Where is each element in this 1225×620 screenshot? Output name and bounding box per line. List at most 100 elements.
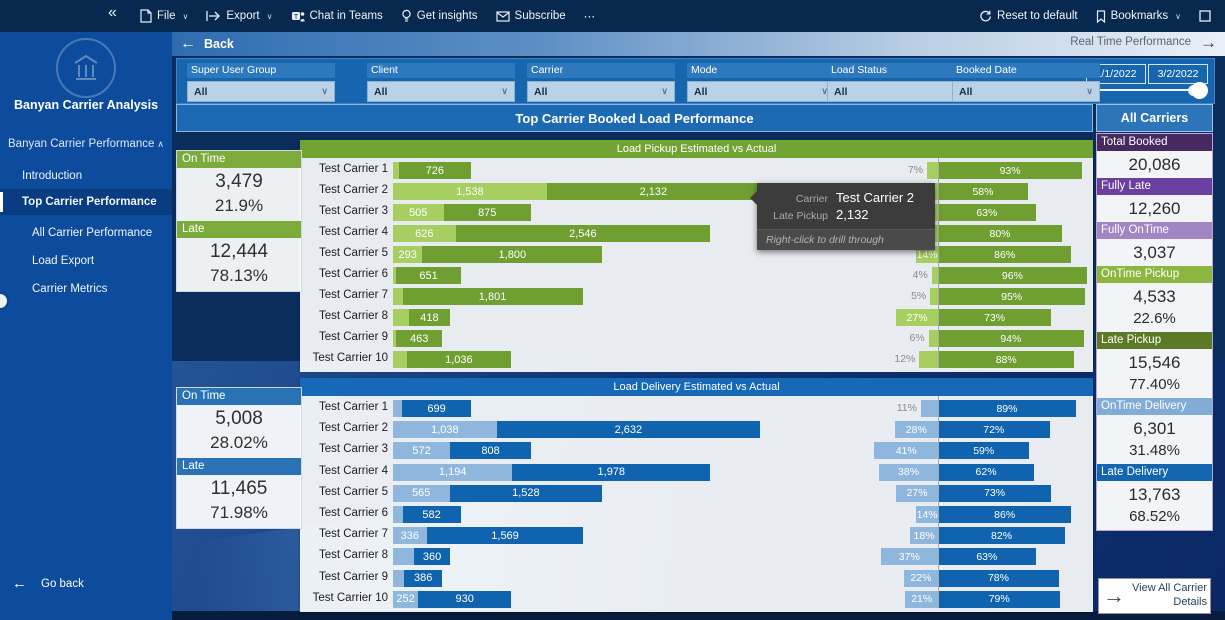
estimated-segment[interactable] — [393, 506, 403, 523]
estimated-segment[interactable]: 565 — [393, 485, 450, 502]
sidebar-item-introduction[interactable]: Introduction — [0, 163, 172, 189]
estimated-segment[interactable]: 1,038 — [393, 421, 497, 438]
percent-bar-right[interactable]: 58% — [938, 183, 1028, 200]
actual-segment[interactable]: 1,036 — [407, 351, 511, 368]
percent-bar-right[interactable]: 73% — [938, 485, 1051, 502]
percent-bar-right[interactable]: 78% — [938, 570, 1059, 587]
percent-bar-right[interactable]: 94% — [938, 330, 1084, 347]
estimated-segment[interactable] — [393, 288, 403, 305]
percent-bar-right[interactable]: 72% — [938, 421, 1050, 438]
estimated-segment[interactable]: 572 — [393, 442, 450, 459]
toolbar-item-get-insights[interactable]: Get insights — [401, 9, 478, 23]
percent-bar-left[interactable]: 21% — [905, 591, 938, 608]
actual-segment[interactable]: 2,546 — [456, 225, 711, 242]
percent-bar-right[interactable]: 86% — [938, 246, 1071, 263]
percent-bar-right[interactable]: 96% — [938, 267, 1087, 284]
percent-bar-right[interactable]: 95% — [938, 288, 1085, 305]
filter-dropdown[interactable]: All∨ — [187, 81, 335, 102]
actual-segment[interactable]: 386 — [404, 570, 443, 587]
percent-bar-left[interactable] — [921, 400, 938, 417]
actual-segment[interactable]: 1,569 — [427, 527, 584, 544]
toolbar-item-file[interactable]: File∨ — [140, 9, 188, 23]
toolbar-item-view[interactable] — [1199, 10, 1211, 22]
estimated-segment[interactable]: 293 — [393, 246, 422, 263]
percent-bar-left[interactable]: 18% — [910, 527, 938, 544]
actual-segment[interactable]: 2,632 — [497, 421, 760, 438]
toolbar-item-subscribe[interactable]: Subscribe — [496, 10, 566, 22]
filter-dropdown[interactable]: All∨ — [527, 81, 675, 102]
actual-segment[interactable]: 1,528 — [450, 485, 603, 502]
actual-segment[interactable]: 1,800 — [422, 246, 602, 263]
estimated-segment[interactable]: 1,538 — [393, 183, 547, 200]
actual-segment[interactable]: 1,801 — [403, 288, 583, 305]
actual-segment[interactable]: 651 — [396, 267, 461, 284]
percent-bar-left[interactable] — [930, 288, 938, 305]
percent-bar-right[interactable]: 89% — [938, 400, 1076, 417]
percent-bar-right[interactable]: 59% — [938, 442, 1029, 459]
percent-bar-right[interactable]: 86% — [938, 506, 1071, 523]
date-range-slider-handle[interactable] — [1191, 82, 1208, 99]
estimated-segment[interactable]: 336 — [393, 527, 427, 544]
actual-segment[interactable]: 875 — [444, 204, 532, 221]
percent-bar-right[interactable]: 62% — [938, 464, 1034, 481]
toolbar-item--[interactable]: ⋯ — [584, 9, 596, 23]
percent-bar-right[interactable]: 82% — [938, 527, 1065, 544]
actual-segment[interactable]: 699 — [402, 400, 472, 417]
toolbar-item-reset-to-default[interactable]: Reset to default — [979, 10, 1078, 23]
toolbar-item-export[interactable]: Export∨ — [206, 10, 272, 22]
percent-bar-left[interactable] — [919, 351, 938, 368]
percent-bar-left[interactable]: 28% — [895, 421, 938, 438]
toolbar-item-chat-in-teams[interactable]: TChat in Teams — [291, 10, 383, 23]
percent-bar-left[interactable]: 22% — [904, 570, 938, 587]
estimated-segment[interactable] — [393, 548, 414, 565]
actual-segment[interactable]: 2,132 — [547, 183, 760, 200]
percent-bar-right[interactable]: 73% — [938, 309, 1051, 326]
booked-date-end-input[interactable]: 3/2/2022 — [1148, 64, 1208, 84]
estimated-segment[interactable] — [393, 351, 407, 368]
percent-bar-right[interactable]: 88% — [938, 351, 1074, 368]
actual-segment[interactable]: 360 — [414, 548, 450, 565]
actual-segment[interactable]: 463 — [396, 330, 442, 347]
collapse-sidebar-icon[interactable]: « — [108, 4, 117, 22]
estimated-segment[interactable]: 626 — [393, 225, 456, 242]
percent-bar-right[interactable]: 93% — [938, 162, 1082, 179]
percent-bar-left[interactable]: 14% — [916, 506, 938, 523]
filter-dropdown[interactable]: All∨ — [687, 81, 835, 102]
actual-segment[interactable]: 726 — [399, 162, 472, 179]
estimated-segment[interactable]: 1,194 — [393, 464, 512, 481]
go-back-button[interactable]: ← Go back — [12, 575, 84, 592]
date-range-slider[interactable] — [1091, 89, 1206, 91]
percent-bar-left[interactable]: 27% — [896, 309, 938, 326]
filter-dropdown[interactable]: All∨ — [952, 81, 1100, 102]
estimated-segment[interactable] — [393, 309, 409, 326]
actual-segment[interactable]: 930 — [418, 591, 511, 608]
percent-bar-right[interactable]: 80% — [938, 225, 1062, 242]
actual-segment[interactable]: 808 — [450, 442, 531, 459]
sidebar-item-all-carrier-performance[interactable]: All Carrier Performance — [0, 220, 172, 246]
percent-bar-left[interactable] — [929, 330, 938, 347]
back-button[interactable]: ← Back — [180, 36, 234, 52]
percent-bar-left[interactable]: 27% — [896, 485, 938, 502]
percent-bar-right[interactable]: 63% — [938, 548, 1036, 565]
estimated-segment[interactable]: 505 — [393, 204, 444, 221]
percent-bar-left[interactable]: 38% — [879, 464, 938, 481]
estimated-segment[interactable]: 252 — [393, 591, 418, 608]
view-all-carrier-details-button[interactable]: → View All Carrier Details — [1098, 578, 1211, 614]
actual-segment[interactable]: 1,978 — [512, 464, 710, 481]
percent-bar-right[interactable]: 63% — [938, 204, 1036, 221]
actual-segment[interactable]: 418 — [409, 309, 451, 326]
next-page-arrow[interactable]: → — [1200, 33, 1217, 53]
sidebar-item-load-export[interactable]: Load Export — [0, 248, 172, 274]
estimated-segment[interactable] — [393, 570, 404, 587]
percent-bar-right[interactable]: 79% — [938, 591, 1060, 608]
percent-bar-left[interactable]: 41% — [874, 442, 938, 459]
actual-segment[interactable]: 582 — [403, 506, 461, 523]
nav-group-header[interactable]: Banyan Carrier Performance ∧ — [8, 138, 164, 150]
sidebar-item-top-carrier-performance[interactable]: Top Carrier Performance — [0, 189, 172, 215]
percent-bar-left[interactable]: 37% — [881, 548, 938, 565]
percent-bar-left[interactable] — [927, 162, 938, 179]
toolbar-item-bookmarks[interactable]: Bookmarks∨ — [1096, 10, 1181, 23]
filter-dropdown[interactable]: All∨ — [367, 81, 515, 102]
sidebar-item-carrier-metrics[interactable]: Carrier Metrics — [0, 276, 172, 302]
estimated-segment[interactable] — [393, 400, 402, 417]
